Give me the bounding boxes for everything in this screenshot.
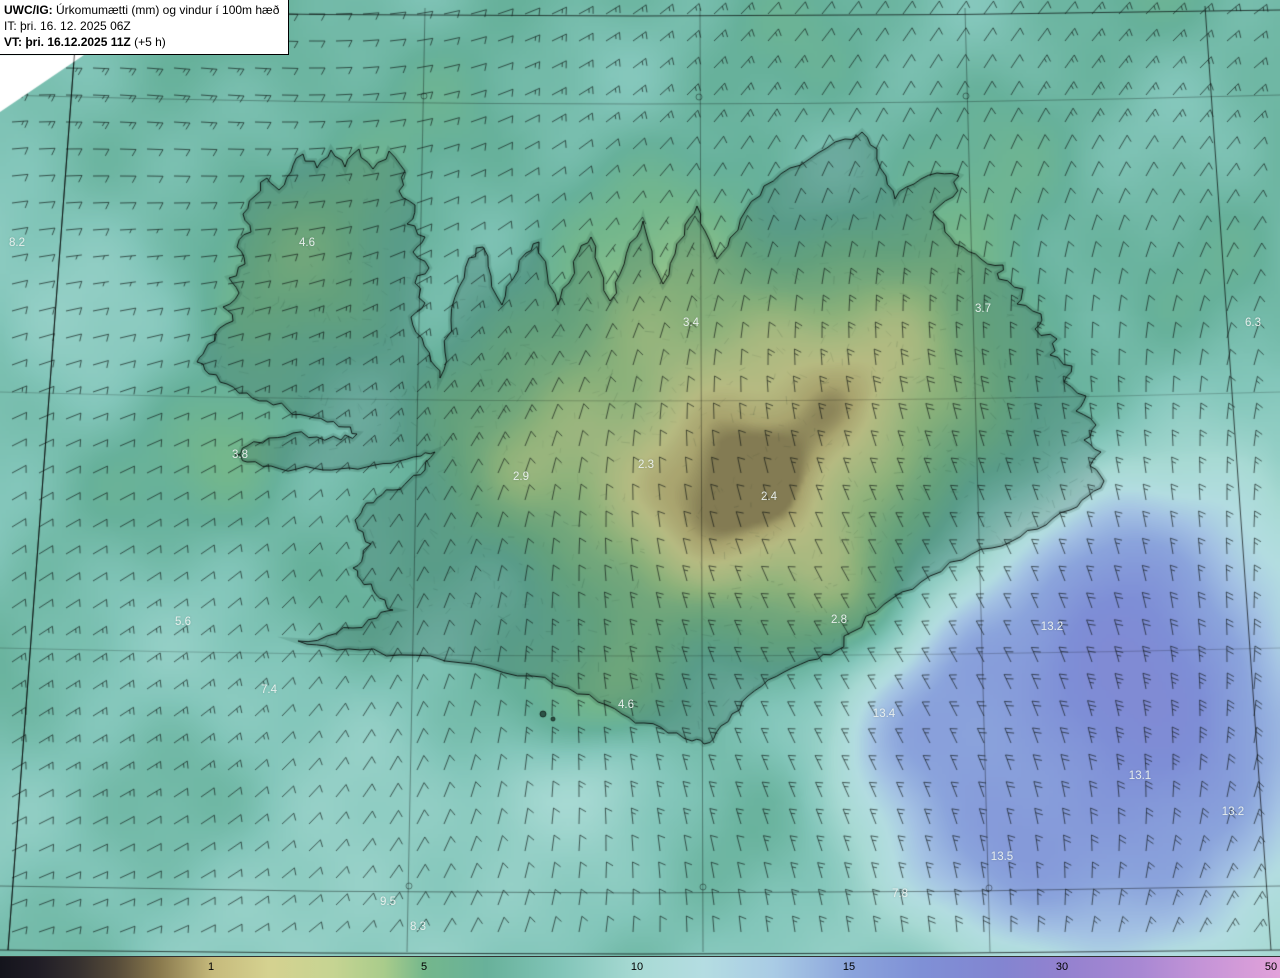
- valid-time: VT: þri. 16.12.2025 11Z (+5 h): [4, 34, 166, 49]
- init-time: IT: þri. 16. 12. 2025 06Z: [4, 18, 131, 33]
- colorbar-tick-labels: 1 5 10 15 30 50: [0, 957, 1280, 978]
- weather-chart: 8.2 4.6 3.4 3.7 6.3 3.8 2.9 2.3 2.4 5.6 13.2 7.4 4.6…: [0, 0, 1280, 978]
- colorbar-tick: 15: [842, 961, 856, 973]
- colorbar-tick: 1: [207, 961, 215, 973]
- colorbar-tick: 50: [1264, 961, 1278, 973]
- colorbar: 1 5 10 15 30 50: [0, 956, 1280, 978]
- colorbar-tick: 10: [630, 961, 644, 973]
- product-title: UWC/IG: Úrkomumætti (mm) og vindur í 100…: [4, 3, 280, 17]
- product-id: UWC/IG:: [4, 3, 53, 17]
- title-box: UWC/IG: Úrkomumætti (mm) og vindur í 100…: [0, 0, 290, 56]
- colorbar-tick: 5: [420, 961, 428, 973]
- colorbar-tick: 30: [1055, 961, 1069, 973]
- precipitation-wind-map-canvas: [0, 0, 1280, 956]
